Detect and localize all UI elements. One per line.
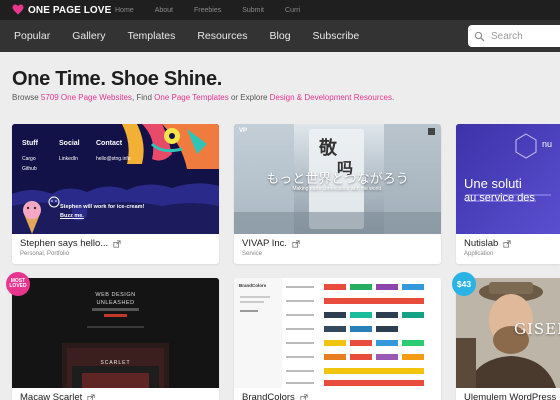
card-tags: Service	[242, 251, 263, 257]
badge-text: MOST LOVED	[9, 277, 27, 289]
card-title[interactable]: Nutislab	[464, 238, 511, 249]
badge-text: $43	[456, 279, 472, 289]
macaw-head-1: WEB DESIGN	[95, 292, 136, 298]
thumb-buzz-link[interactable]: Buzz me.	[60, 213, 84, 219]
nutislab-headline-1: Une soluti	[464, 176, 522, 191]
nav-blog[interactable]: Blog	[270, 30, 291, 42]
sub-prefix: Browse	[12, 93, 41, 102]
card-title-text[interactable]: BrandColors	[242, 392, 295, 400]
card-thumbnail[interactable]: WEB DESIGN UNLEASHED SCARLET	[12, 278, 219, 388]
card-title[interactable]: VIVAP Inc.	[242, 238, 300, 249]
macaw-product: SCARLET	[100, 360, 131, 366]
card-stephen[interactable]: Stuff Cargo Github Social LinkedIn Conta…	[12, 124, 219, 264]
nutislab-headline-2: au service des	[464, 192, 535, 204]
main-nav: Popular Gallery Templates Resources Blog…	[0, 20, 560, 52]
thumb-col2-head: Social	[59, 140, 80, 147]
card-vivap[interactable]: 敬 吗 VP もっと世界とつながろう Making more connectio…	[234, 124, 441, 264]
thumb-col1-item[interactable]: Cargo	[22, 156, 36, 162]
external-link-icon[interactable]	[87, 393, 95, 400]
nav-subscribe[interactable]: Subscribe	[313, 30, 360, 42]
menu-icon[interactable]	[428, 128, 435, 135]
thumbnail-art	[234, 278, 441, 388]
sub-end: .	[391, 93, 395, 102]
most-loved-badge: MOST LOVED	[6, 272, 30, 296]
nav-popular[interactable]: Popular	[14, 30, 50, 42]
search-input[interactable]	[491, 30, 560, 42]
vivap-logo[interactable]: VP	[239, 128, 247, 134]
thumb-message: Stephen will work for ice-cream!	[60, 204, 145, 210]
external-link-icon[interactable]	[300, 393, 308, 400]
external-link-icon[interactable]	[113, 239, 121, 248]
top-links: Home About Freebies Submit Curri	[115, 0, 321, 20]
card-title[interactable]: Macaw Scarlet	[20, 392, 95, 400]
thumb-col1-item[interactable]: Github	[22, 166, 37, 172]
top-link-curri[interactable]: Curri	[285, 7, 300, 14]
thumb-col2-item[interactable]: LinkedIn	[59, 156, 78, 162]
top-link-home[interactable]: Home	[115, 7, 134, 14]
card-title-text[interactable]: Stephen says hello...	[20, 238, 108, 249]
card-title[interactable]: Ulemulem WordPress	[464, 392, 556, 400]
top-link-about[interactable]: About	[155, 7, 173, 14]
card-thumbnail[interactable]: GISEL	[456, 278, 560, 388]
thumb-col1-head: Stuff	[22, 140, 38, 147]
search-icon	[474, 31, 485, 41]
link-websites[interactable]: 5709 One Page Websites	[41, 93, 132, 102]
card-title[interactable]: BrandColors	[242, 392, 308, 400]
nav-gallery[interactable]: Gallery	[72, 30, 105, 42]
card-thumbnail[interactable]: Stuff Cargo Github Social LinkedIn Conta…	[12, 124, 219, 234]
thumb-col3-item[interactable]: hello@stng.info	[96, 156, 131, 162]
card-tags: Application	[464, 251, 494, 257]
svg-text:敬: 敬	[318, 137, 338, 159]
ulemulem-name: GISEL	[514, 320, 560, 338]
top-link-freebies[interactable]: Freebies	[194, 7, 221, 14]
sub-mid1: , Find	[131, 93, 155, 102]
heart-icon	[12, 4, 24, 15]
brandcolors-logo[interactable]: BrandColors	[239, 283, 266, 288]
sub-mid2: or Explore	[228, 93, 270, 102]
page-subtitle: Browse 5709 One Page Websites, Find One …	[12, 93, 394, 102]
card-thumbnail[interactable]: BrandColors	[234, 278, 441, 388]
logo[interactable]: ONE PAGE LOVE	[12, 3, 111, 17]
nav-templates[interactable]: Templates	[127, 30, 175, 42]
nutislab-logo[interactable]: nu	[542, 139, 552, 149]
top-link-submit[interactable]: Submit	[242, 7, 264, 14]
top-bar: ONE PAGE LOVE Home About Freebies Submit…	[0, 0, 560, 20]
link-resources[interactable]: Design & Development Resources	[270, 93, 392, 102]
external-link-icon[interactable]	[503, 239, 511, 248]
card-title-text[interactable]: VIVAP Inc.	[242, 238, 287, 249]
card-title[interactable]: Stephen says hello...	[20, 238, 121, 249]
logo-text: ONE PAGE LOVE	[28, 4, 112, 16]
vivap-tagline: Making more connections with the world.	[292, 186, 383, 192]
card-thumbnail[interactable]: nu Une soluti au service des	[456, 124, 560, 234]
card-tags: Personal, Portfolio	[20, 251, 70, 257]
card-ulemulem[interactable]: GISEL Ulemulem WordPress	[456, 278, 560, 400]
card-nutislab[interactable]: nu Une soluti au service des Nutislab Ap…	[456, 124, 560, 264]
vivap-headline: もっと世界とつながろう	[266, 172, 409, 187]
page-title: One Time. Shoe Shine.	[12, 68, 223, 90]
nav-resources[interactable]: Resources	[197, 30, 247, 42]
card-title-text[interactable]: Ulemulem WordPress	[464, 392, 556, 400]
macaw-head-2: UNLEASHED	[96, 300, 135, 306]
external-link-icon[interactable]	[292, 239, 300, 248]
thumb-col3-head: Contact	[96, 140, 123, 147]
card-brandcolors[interactable]: BrandColors BrandColors	[234, 278, 441, 400]
card-title-text[interactable]: Nutislab	[464, 238, 498, 249]
card-macaw-scarlet[interactable]: WEB DESIGN UNLEASHED SCARLET Macaw Scarl…	[12, 278, 219, 400]
card-title-text[interactable]: Macaw Scarlet	[20, 392, 82, 400]
link-templates[interactable]: One Page Templates	[154, 93, 229, 102]
price-badge: $43	[452, 272, 476, 296]
card-thumbnail[interactable]: 敬 吗 VP もっと世界とつながろう Making more connectio…	[234, 124, 441, 234]
search-box[interactable]	[468, 25, 560, 47]
